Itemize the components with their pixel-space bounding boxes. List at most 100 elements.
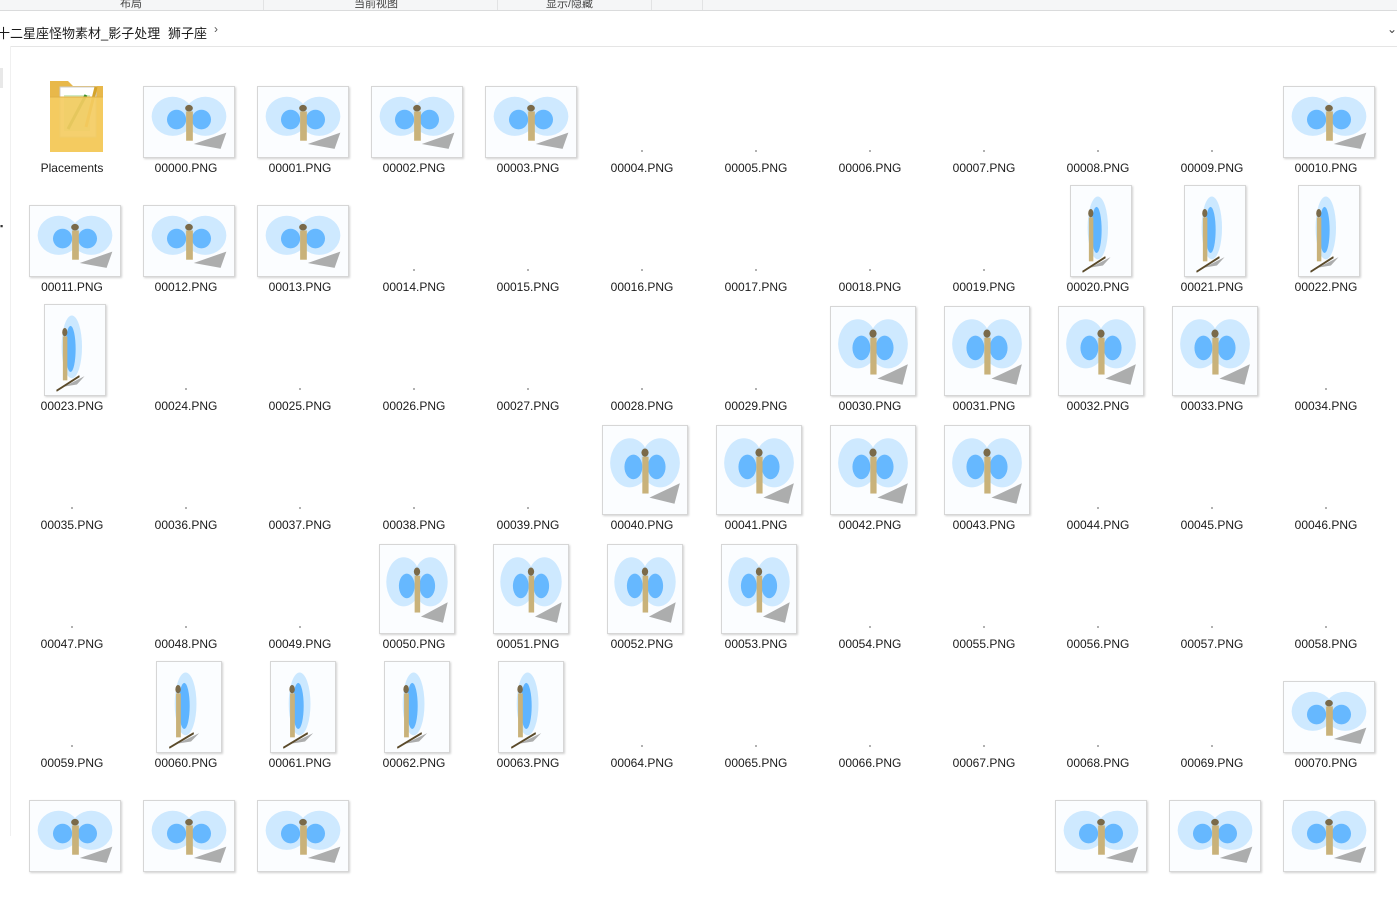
file-item[interactable]: 00069.PNG [1156, 665, 1268, 783]
file-thumbnail [244, 189, 356, 277]
file-item[interactable]: 00028.PNG [586, 308, 698, 426]
file-item[interactable]: 00011.PNG [16, 189, 128, 307]
file-item[interactable]: 00015.PNG [472, 189, 584, 307]
file-item[interactable]: 00002.PNG [358, 70, 470, 188]
file-item[interactable]: 00060.PNG [130, 661, 242, 783]
file-item[interactable]: 00020.PNG [1042, 185, 1154, 307]
file-item[interactable]: 00033.PNG [1156, 306, 1268, 426]
breadcrumb-current[interactable]: 狮子座 [168, 23, 207, 42]
file-item[interactable]: 00030.PNG [814, 306, 926, 426]
file-item[interactable]: 00012.PNG [130, 189, 242, 307]
file-item[interactable] [928, 784, 1040, 902]
file-name: 00050.PNG [382, 637, 446, 651]
file-item[interactable] [244, 784, 356, 902]
file-item[interactable]: 00055.PNG [928, 546, 1040, 664]
file-item[interactable]: 00037.PNG [244, 427, 356, 545]
file-item[interactable]: 00023.PNG [16, 304, 128, 426]
file-item[interactable]: 00054.PNG [814, 546, 926, 664]
file-name: 00064.PNG [610, 756, 674, 770]
file-item[interactable]: 00007.PNG [928, 70, 1040, 188]
file-item[interactable]: 00016.PNG [586, 189, 698, 307]
file-item[interactable]: 00039.PNG [472, 427, 584, 545]
file-item[interactable]: 00063.PNG [472, 661, 584, 783]
file-item[interactable]: 00064.PNG [586, 665, 698, 783]
file-item[interactable]: 00065.PNG [700, 665, 812, 783]
file-item[interactable]: 00067.PNG [928, 665, 1040, 783]
file-item[interactable]: 00027.PNG [472, 308, 584, 426]
file-item[interactable]: 00026.PNG [358, 308, 470, 426]
file-item[interactable]: 00036.PNG [130, 427, 242, 545]
chevron-right-icon[interactable]: › [150, 22, 154, 36]
file-item[interactable]: 00047.PNG [16, 546, 128, 664]
folder-item[interactable]: Placements [16, 70, 128, 188]
file-item[interactable]: 00066.PNG [814, 665, 926, 783]
file-item[interactable]: 00040.PNG [586, 425, 698, 545]
file-item[interactable]: 00056.PNG [1042, 546, 1154, 664]
file-item[interactable]: 00013.PNG [244, 189, 356, 307]
file-item[interactable]: 00045.PNG [1156, 427, 1268, 545]
breadcrumb-parent[interactable]: 十二星座怪物素材_影子处理 [0, 23, 160, 42]
file-item[interactable]: 00044.PNG [1042, 427, 1154, 545]
file-item[interactable] [700, 784, 812, 902]
scroll-indicator[interactable] [0, 68, 3, 88]
file-item[interactable]: 00005.PNG [700, 70, 812, 188]
file-item[interactable]: 00059.PNG [16, 665, 128, 783]
file-item[interactable]: 00000.PNG [130, 70, 242, 188]
file-item[interactable]: 00025.PNG [244, 308, 356, 426]
file-item[interactable]: 00032.PNG [1042, 306, 1154, 426]
file-item[interactable]: 00068.PNG [1042, 665, 1154, 783]
file-item[interactable]: 00008.PNG [1042, 70, 1154, 188]
file-item[interactable]: 00050.PNG [358, 544, 470, 664]
file-item[interactable]: 00041.PNG [700, 425, 812, 545]
chevron-down-icon[interactable]: ⌄ [1387, 22, 1397, 36]
file-item[interactable]: 00038.PNG [358, 427, 470, 545]
file-item[interactable]: 00003.PNG [472, 70, 584, 188]
file-item[interactable]: 00022.PNG [1270, 185, 1382, 307]
empty-image-dot [71, 507, 73, 509]
chevron-right-icon[interactable]: › [214, 22, 218, 36]
file-item[interactable]: 00043.PNG [928, 425, 1040, 545]
file-item[interactable] [1270, 784, 1382, 902]
ribbon-group-show-hide[interactable]: 显示/隐藏 [498, 0, 652, 10]
file-item[interactable] [1042, 784, 1154, 902]
file-item[interactable] [586, 784, 698, 902]
file-item[interactable]: 00024.PNG [130, 308, 242, 426]
file-item[interactable]: 00046.PNG [1270, 427, 1382, 545]
file-item[interactable] [130, 784, 242, 902]
file-item[interactable]: 00021.PNG [1156, 185, 1268, 307]
file-item[interactable]: 00019.PNG [928, 189, 1040, 307]
file-item[interactable] [358, 784, 470, 902]
file-item[interactable]: 00042.PNG [814, 425, 926, 545]
file-item[interactable]: 00051.PNG [472, 544, 584, 664]
ribbon-group-label: 显示/隐藏 [546, 0, 594, 10]
file-item[interactable]: 00031.PNG [928, 306, 1040, 426]
file-item[interactable]: 00009.PNG [1156, 70, 1268, 188]
file-item[interactable]: 00004.PNG [586, 70, 698, 188]
file-item[interactable]: 00010.PNG [1270, 70, 1382, 188]
file-item[interactable]: 00053.PNG [700, 544, 812, 664]
file-item[interactable] [814, 784, 926, 902]
file-item[interactable]: 00029.PNG [700, 308, 812, 426]
file-item[interactable]: 00049.PNG [244, 546, 356, 664]
file-item[interactable]: 00001.PNG [244, 70, 356, 188]
file-item[interactable]: 00052.PNG [586, 544, 698, 664]
file-item[interactable]: 00018.PNG [814, 189, 926, 307]
file-item[interactable]: 00048.PNG [130, 546, 242, 664]
file-item[interactable]: 00035.PNG [16, 427, 128, 545]
file-item[interactable]: 00034.PNG [1270, 308, 1382, 426]
file-item[interactable]: 00006.PNG [814, 70, 926, 188]
ribbon-group-view[interactable]: 当前视图 [264, 0, 498, 10]
file-item[interactable]: 00061.PNG [244, 661, 356, 783]
ribbon-group-layout[interactable]: 布局 [0, 0, 264, 10]
file-item[interactable]: 00014.PNG [358, 189, 470, 307]
file-item[interactable]: 00017.PNG [700, 189, 812, 307]
file-item[interactable]: 00062.PNG [358, 661, 470, 783]
file-item[interactable] [1156, 784, 1268, 902]
file-item[interactable]: 00057.PNG [1156, 546, 1268, 664]
file-item[interactable] [472, 784, 584, 902]
file-name: 00027.PNG [496, 399, 560, 413]
address-bar[interactable]: 十二星座怪物素材_影子处理 › 狮子座 › ⌄ [0, 15, 1397, 47]
file-item[interactable]: 00058.PNG [1270, 546, 1382, 664]
file-item[interactable] [16, 784, 128, 902]
file-item[interactable]: 00070.PNG [1270, 665, 1382, 783]
